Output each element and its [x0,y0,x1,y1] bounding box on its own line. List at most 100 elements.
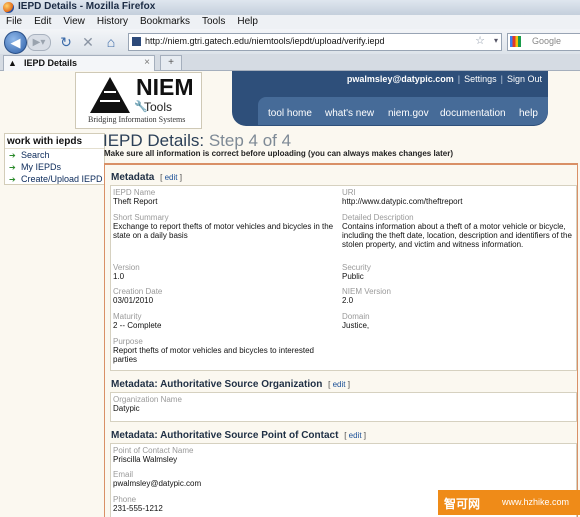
poc-email-value: pwalmsley@datypic.com [113,479,202,488]
maturity-value: 2 -- Complete [113,321,162,330]
nav-niem-gov[interactable]: niem.gov [388,108,429,119]
page-content: NIEM 🔧 Tools Bridging Information System… [0,71,580,517]
stop-button[interactable]: ✕ [80,34,96,50]
domain-value: Justice, [342,321,370,330]
creation-date-value: 03/01/2010 [113,296,154,305]
menu-file[interactable]: File [0,15,28,27]
short-summary-label: Short Summary [113,213,169,222]
arrow-icon: ➔ [9,163,16,172]
google-icon [510,36,521,47]
new-tab-button[interactable]: + [160,55,182,71]
tab-strip: ▲ IEPD Details × + [0,54,580,71]
page-title-text: IEPD Details: [103,131,205,150]
short-summary-value: Exchange to report thefts of motor vehic… [113,222,334,240]
niem-favicon-icon: ▲ [8,58,17,68]
watermark-url: www.hzhike.com [502,497,570,507]
metadata-section-title: Metadata [ edit ] [111,172,182,183]
org-name-label: Organization Name [113,395,182,404]
niem-version-value: 2.0 [342,296,354,305]
tab-close-icon[interactable]: × [144,57,150,68]
auth-org-edit-link[interactable]: edit [333,380,346,389]
poc-phone-label: Phone [113,495,137,504]
reload-button[interactable]: ↻ [58,34,74,50]
pyramid-stripe [104,91,116,93]
tab-label: IEPD Details [24,58,78,68]
sidebar-heading: work with iepds [5,134,104,149]
poc-name-label: Point of Contact Name [113,446,194,455]
nav-tool-home[interactable]: tool home [268,108,312,119]
page-subtitle: Make sure all information is correct bef… [104,149,453,158]
url-text: http://niem.gtri.gatech.edu/niemtools/ie… [145,36,385,46]
tab-iepd-details[interactable]: ▲ IEPD Details × [3,55,155,71]
version-label: Version [113,263,140,272]
logo-niem: NIEM [136,74,194,100]
firefox-icon [3,2,14,13]
detailed-description-label: Detailed Description [342,213,414,222]
window-title: IEPD Details - Mozilla Firefox [18,1,156,12]
home-button[interactable]: ⌂ [103,34,119,50]
menu-bar: File Edit View History Bookmarks Tools Help [0,15,580,30]
header-nav: tool home what's new niem.gov documentat… [258,97,548,125]
purpose-label: Purpose [113,337,143,346]
pyramid-icon [90,77,130,113]
maturity-label: Maturity [113,312,142,321]
sidebar-item-label: My IEPDs [21,162,62,172]
navigation-toolbar: ◀ ▶▾ ↻ ✕ ⌂ http://niem.gtri.gatech.edu/n… [0,29,580,55]
menu-history[interactable]: History [91,15,134,27]
logo-tagline: Bridging Information Systems [88,115,186,124]
poc-email-label: Email [113,470,134,479]
iepd-name-value: Theft Report [113,197,158,206]
sidebar-item-search[interactable]: ➔ Search [5,149,104,161]
auth-org-title: Metadata: Authoritative Source Organizat… [111,379,323,390]
metadata-title: Metadata [111,172,155,183]
search-box[interactable]: Google [507,33,580,51]
creation-date-label: Creation Date [113,287,163,296]
niem-tools-logo[interactable]: NIEM 🔧 Tools Bridging Information System… [75,72,202,129]
forward-arrow-icon: ▶▾ [32,37,46,48]
bookmark-star-icon[interactable]: ☆ [475,34,485,47]
url-bar[interactable]: http://niem.gtri.gatech.edu/niemtools/ie… [128,33,502,51]
security-label: Security [342,263,371,272]
pyramid-stripe [100,100,120,102]
iepd-name-label: IEPD Name [113,188,156,197]
menu-bookmarks[interactable]: Bookmarks [134,15,196,27]
page-step: Step 4 of 4 [208,131,292,150]
menu-help[interactable]: Help [231,15,264,27]
detailed-description-value: Contains information about a theft of a … [342,222,572,249]
menu-tools[interactable]: Tools [196,15,231,27]
arrow-icon: ➔ [9,151,16,160]
sidebar-item-label: Create/Upload IEPD [21,174,103,184]
poc-title: Metadata: Authoritative Source Point of … [111,430,339,441]
sidebar: work with iepds ➔ Search ➔ My IEPDs ➔ Creat… [4,133,105,185]
user-links: pwalmsley@datypic.com | Settings | Sign Out [346,74,542,84]
sidebar-item-my-iepds[interactable]: ➔ My IEPDs [5,161,104,173]
settings-link[interactable]: Settings [464,74,497,84]
sidebar-item-create-upload[interactable]: ➔ Create/Upload IEPD [5,173,104,185]
arrow-icon: ➔ [9,175,16,184]
auth-org-section-title: Metadata: Authoritative Source Organizat… [111,379,350,390]
stop-icon: ✕ [82,34,94,50]
metadata-edit-link[interactable]: edit [165,173,178,182]
poc-phone-value: 231-555-1212 [113,504,163,513]
poc-name-value: Priscilla Walmsley [113,455,178,464]
menu-edit[interactable]: Edit [28,15,57,27]
poc-edit-link[interactable]: edit [349,431,362,440]
window-titlebar: IEPD Details - Mozilla Firefox [0,0,580,16]
nav-help[interactable]: help [519,108,538,119]
menu-view[interactable]: View [57,15,91,27]
watermark-cn: 智可网 [444,497,481,511]
user-email: pwalmsley@datypic.com [346,74,454,84]
url-dropdown-icon[interactable]: ▾ [494,36,498,45]
security-value: Public [342,272,364,281]
purpose-value: Report thefts of motor vehicles and bicy… [113,346,314,364]
site-watermark: 智可网 www.hzhike.com [438,490,580,515]
nav-whats-new[interactable]: what's new [325,108,374,119]
back-button[interactable]: ◀ [4,31,27,54]
forward-button[interactable]: ▶▾ [27,34,51,51]
nav-documentation[interactable]: documentation [440,108,506,119]
home-icon: ⌂ [106,34,116,50]
reload-icon: ↻ [60,34,72,50]
sign-out-link[interactable]: Sign Out [507,74,542,84]
uri-label: URI [342,188,356,197]
search-placeholder: Google [532,36,562,46]
